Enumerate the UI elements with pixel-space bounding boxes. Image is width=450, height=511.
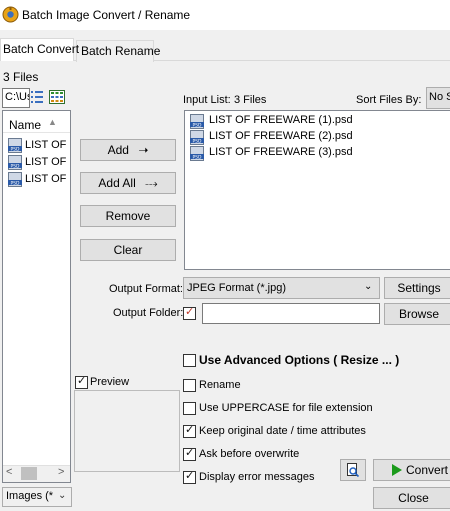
list-view-icon[interactable] (31, 90, 43, 104)
preview-pane (74, 390, 180, 472)
play-icon (392, 464, 402, 476)
window-title: Batch Image Convert / Rename (22, 8, 191, 22)
psd-file-icon: PSD (190, 146, 204, 161)
add-all-button[interactable]: Add All ⤏ (80, 172, 176, 194)
checkmark-icon: ✓ (185, 306, 195, 318)
scroll-right-icon[interactable]: > (58, 466, 64, 478)
preview-image-button[interactable] (340, 459, 366, 481)
svg-text:PSD: PSD (192, 154, 202, 160)
sort-files-label: Sort Files By: (356, 94, 422, 106)
checkmark-icon: ✓ (185, 447, 195, 459)
output-folder-label: Output Folder: (113, 307, 184, 319)
scroll-left-icon[interactable]: < (6, 466, 12, 478)
convert-button[interactable]: Convert (373, 459, 450, 481)
psd-file-icon: PSD (190, 130, 204, 145)
list-item[interactable]: PSD LIST OF F (8, 137, 70, 154)
list-item[interactable]: PSD LIST OF F (8, 154, 70, 171)
input-list-item-label: LIST OF FREEWARE (3).psd (209, 146, 353, 158)
svg-text:PSD: PSD (10, 180, 20, 186)
list-item[interactable]: PSD LIST OF F (8, 171, 70, 188)
uppercase-extension-checkbox[interactable] (183, 402, 196, 415)
sort-files-select[interactable]: No S (426, 87, 450, 109)
advanced-options-label: Use Advanced Options ( Resize ... ) (199, 353, 400, 367)
svg-text:PSD: PSD (192, 138, 202, 144)
preview-checkbox[interactable]: ✓ (75, 375, 88, 389)
input-list-item-label: LIST OF FREEWARE (2).psd (209, 130, 353, 142)
preview-magnifier-icon (347, 463, 360, 478)
ask-overwrite-label: Ask before overwrite (199, 448, 300, 460)
rename-label: Rename (199, 379, 241, 391)
input-list-count: 3 Files (234, 94, 267, 106)
ask-overwrite-checkbox[interactable]: ✓ (183, 447, 196, 461)
list-item-label: LIST OF F (25, 139, 70, 151)
remove-button[interactable]: Remove (80, 205, 176, 227)
name-column-label: Name (9, 118, 42, 132)
input-list-label: Input List: (183, 94, 231, 106)
output-format-label: Output Format: (109, 283, 183, 295)
uppercase-extension-label: Use UPPERCASE for file extension (199, 402, 373, 414)
psd-file-icon: PSD (8, 155, 22, 170)
clear-button[interactable]: Clear (80, 239, 176, 261)
add-all-button-label: Add All (98, 176, 136, 190)
checkmark-icon: ✓ (77, 375, 87, 387)
double-arrow-right-icon: ⤏ (145, 176, 158, 190)
scrollbar-thumb[interactable] (21, 467, 37, 480)
checkmark-icon: ✓ (185, 424, 195, 436)
app-icon (2, 6, 19, 23)
chevron-down-icon: ⌄ (364, 281, 373, 292)
add-button[interactable]: Add ➝ (80, 139, 176, 161)
output-folder-input[interactable] (202, 303, 380, 324)
advanced-options-checkbox[interactable] (183, 354, 196, 367)
keep-date-checkbox[interactable]: ✓ (183, 424, 196, 438)
close-button[interactable]: Close (373, 487, 450, 509)
output-format-select[interactable]: JPEG Format (*.jpg) (183, 277, 380, 299)
add-button-label: Add (107, 143, 129, 157)
settings-button[interactable]: Settings (384, 277, 450, 299)
checkmark-icon: ✓ (185, 470, 195, 482)
input-list-item-label: LIST OF FREEWARE (1).psd (209, 114, 353, 126)
psd-file-icon: PSD (190, 114, 204, 129)
display-errors-label: Display error messages (199, 471, 315, 483)
display-errors-checkbox[interactable]: ✓ (183, 470, 196, 484)
tab-batch-rename[interactable]: Batch Rename (76, 40, 160, 62)
sort-up-icon: ▲ (48, 117, 57, 127)
tab-batch-convert[interactable]: Batch Convert (0, 38, 79, 61)
grid-view-icon[interactable] (49, 90, 65, 104)
list-item-label: LIST OF F (25, 173, 70, 185)
chevron-down-icon: ⌄ (58, 490, 67, 501)
arrow-right-icon: ➝ (138, 143, 149, 157)
keep-date-label: Keep original date / time attributes (199, 425, 366, 437)
preview-label: Preview (90, 376, 130, 388)
browse-button[interactable]: Browse (384, 303, 450, 325)
svg-text:PSD: PSD (192, 122, 202, 128)
svg-text:PSD: PSD (10, 163, 20, 169)
list-item-label: LIST OF F (25, 156, 70, 168)
psd-file-icon: PSD (8, 138, 22, 153)
convert-button-label: Convert (406, 463, 449, 477)
svg-text:PSD: PSD (10, 146, 20, 152)
files-count-label: 3 Files (3, 70, 39, 84)
output-folder-checkbox[interactable]: ✓ (183, 306, 196, 320)
rename-checkbox[interactable] (183, 379, 196, 392)
path-input[interactable]: C:\Us (2, 88, 30, 108)
psd-file-icon: PSD (8, 172, 22, 187)
